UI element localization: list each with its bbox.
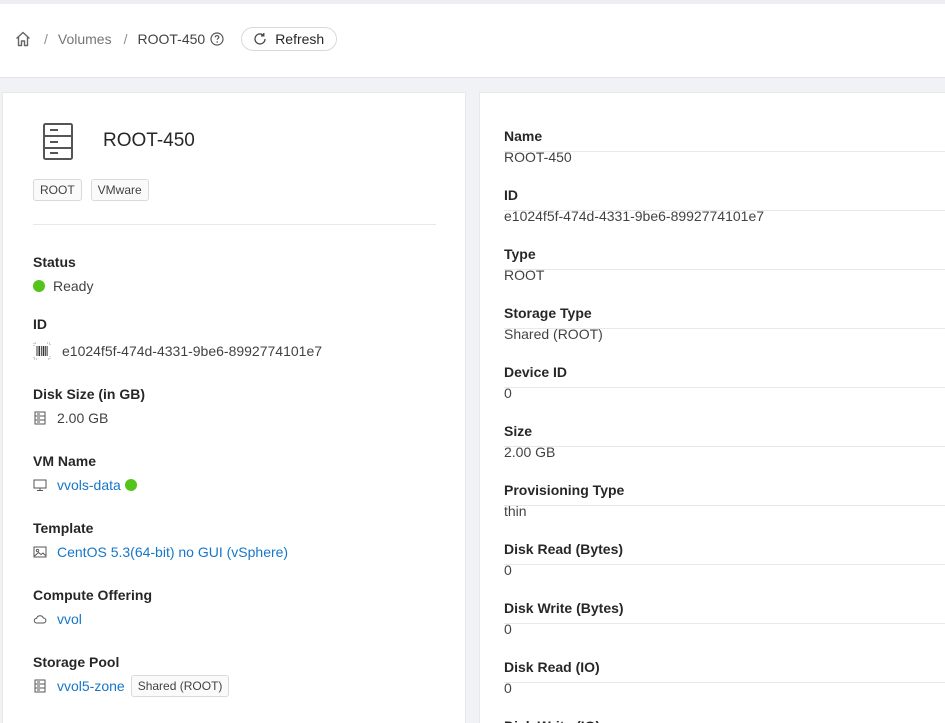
vm-name-label: VM Name (33, 453, 97, 469)
compute-offering-field: Compute Offering vvol (33, 586, 152, 629)
breadcrumb-separator: / (123, 31, 128, 47)
tag-root: ROOT (33, 179, 82, 201)
detail-row: Storage Type Shared (ROOT) (504, 270, 945, 342)
detail-row: Device ID 0 (504, 329, 945, 401)
status-value: Ready (53, 278, 94, 294)
breadcrumb-volumes-link[interactable]: Volumes (58, 31, 112, 47)
database-icon (33, 411, 47, 425)
desktop-icon (33, 478, 47, 492)
template-label: Template (33, 520, 94, 536)
volume-details-card: Name ROOT-450 ID e1024f5f-474d-4331-9be6… (479, 92, 945, 723)
question-circle-icon[interactable] (210, 32, 224, 46)
home-icon[interactable] (14, 30, 32, 48)
detail-row: ID e1024f5f-474d-4331-9be6-8992774101e7 (504, 152, 945, 224)
breadcrumb: / Volumes / ROOT-450 Refresh (14, 27, 338, 51)
disk-size-label: Disk Size (in GB) (33, 386, 146, 402)
id-field: ID e1024f5f-474d-4331-9be6-8992774101e7 (33, 315, 322, 361)
vm-name-field: VM Name vvols-data (33, 452, 137, 495)
disk-size-field: Disk Size (in GB) 2.00 GB (33, 385, 145, 428)
detail-row: Provisioning Type thin (504, 447, 945, 519)
breadcrumb-current: ROOT-450 (137, 31, 206, 47)
template-field: Template CentOS 5.3(64-bit) no GUI (vSph… (33, 519, 288, 562)
compute-offering-label: Compute Offering (33, 587, 152, 603)
detail-row: Name ROOT-450 (504, 93, 945, 165)
refresh-button[interactable]: Refresh (241, 27, 338, 51)
detail-row: Disk Read (Bytes) 0 (504, 506, 945, 578)
status-label: Status (33, 254, 76, 270)
page-header: / Volumes / ROOT-450 Refresh (0, 4, 945, 78)
storage-pool-field: Storage Pool vvol5-zone Shared (ROOT) (33, 653, 230, 697)
detail-key: Device ID (504, 364, 568, 380)
disk-size-value: 2.00 GB (57, 410, 109, 426)
storage-pool-tag: Shared (ROOT) (130, 675, 230, 697)
tag-vmware: VMware (90, 179, 149, 201)
vm-status-dot-icon (124, 479, 137, 491)
detail-key: Storage Type (504, 305, 592, 321)
server-storage-icon (41, 122, 75, 162)
picture-icon (33, 545, 47, 559)
detail-row: Disk Write (IO) (504, 683, 945, 723)
detail-key: Size (504, 423, 533, 439)
detail-key: Disk Write (IO) (504, 718, 600, 723)
barcode-icon (33, 342, 51, 360)
volume-summary-card: ROOT-450 ROOT VMware Status Ready ID e10… (2, 92, 466, 723)
breadcrumb-separator: / (44, 31, 48, 47)
vm-name-link[interactable]: vvols-data (57, 477, 121, 493)
compute-offering-link[interactable]: vvol (57, 611, 82, 627)
refresh-label: Refresh (275, 31, 325, 47)
reload-icon (254, 33, 266, 45)
database-icon (33, 679, 47, 693)
detail-row: Disk Read (IO) 0 (504, 624, 945, 696)
status-field: Status Ready (33, 253, 93, 296)
cloud-icon (33, 612, 47, 626)
detail-key: ID (504, 187, 518, 203)
detail-key: Name (504, 128, 543, 144)
divider (33, 224, 436, 225)
detail-key: Disk Read (Bytes) (504, 541, 624, 557)
status-dot-icon (33, 280, 45, 292)
storage-pool-label: Storage Pool (33, 654, 120, 670)
volume-title: ROOT-450 (103, 130, 195, 151)
volume-tags: ROOT VMware (33, 179, 149, 201)
detail-row: Disk Write (Bytes) 0 (504, 565, 945, 637)
id-label: ID (33, 316, 47, 332)
detail-key: Type (504, 246, 536, 262)
detail-row: Type ROOT (504, 211, 945, 283)
storage-pool-link[interactable]: vvol5-zone (57, 678, 125, 694)
template-link[interactable]: CentOS 5.3(64-bit) no GUI (vSphere) (57, 544, 288, 560)
detail-key: Disk Read (IO) (504, 659, 600, 675)
detail-key: Disk Write (Bytes) (504, 600, 624, 616)
detail-key: Provisioning Type (504, 482, 625, 498)
id-value: e1024f5f-474d-4331-9be6-8992774101e7 (62, 343, 323, 359)
detail-row: Size 2.00 GB (504, 388, 945, 460)
